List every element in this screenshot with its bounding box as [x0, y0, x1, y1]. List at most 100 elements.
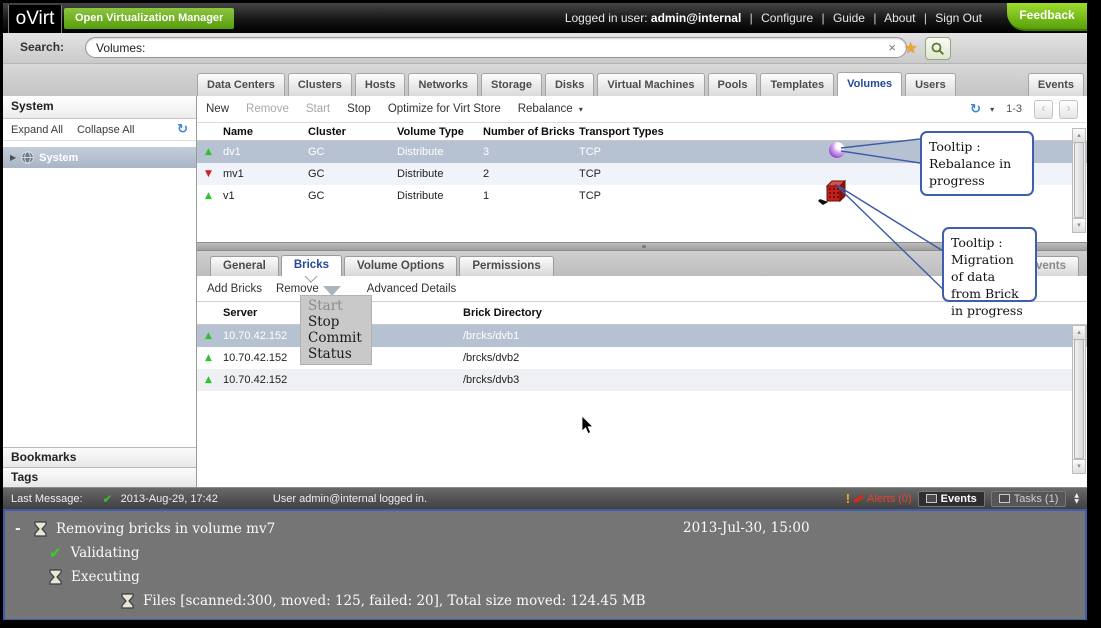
collapse-task-icon[interactable]: - [15, 521, 25, 537]
cell-name: dv1 [223, 146, 241, 158]
col-transport-types[interactable]: Transport Types [579, 126, 829, 138]
tab-volumes[interactable]: Volumes [837, 72, 903, 96]
rebalance-tooltip: Tooltip : Rebalance in progress [920, 131, 1034, 196]
brick-row-dvb3[interactable]: ▲ 10.70.42.152 /brcks/dvb3 [197, 369, 1087, 391]
task-time: 2013-Jul-30, 15:00 [683, 520, 810, 536]
cell-volume-type: Distribute [397, 146, 444, 158]
collapse-all-button[interactable]: Collapse All [77, 124, 134, 136]
cell-bricks: 2 [483, 168, 490, 180]
remove-dropdown-icon[interactable] [322, 285, 341, 296]
volumes-scrollbar[interactable]: ▴ ▾ [1072, 128, 1086, 233]
cell-server: 10.70.42.152 [223, 374, 288, 386]
status-up-icon: ▲ [205, 191, 212, 201]
refresh-icon[interactable]: ↻ [970, 102, 981, 117]
tab-templates[interactable]: Templates [760, 73, 835, 96]
expand-all-button[interactable]: Expand All [11, 124, 63, 136]
events-footer-button[interactable]: Events [917, 490, 985, 507]
guide-link[interactable]: Guide [833, 11, 865, 25]
menu-item-status[interactable]: Status [301, 346, 371, 362]
optimize-button[interactable]: Optimize for Virt Store [388, 103, 501, 115]
alert-exclaim-icon: ! [845, 491, 851, 506]
main-tab-strip: Data Centers Clusters Hosts Networks Sto… [3, 64, 1087, 96]
about-link[interactable]: About [884, 11, 915, 25]
tab-events[interactable]: Events [1027, 73, 1084, 96]
cell-brick-directory: /brcks/dvb2 [463, 352, 520, 364]
step-label: Files [scanned:300, moved: 125, failed: … [143, 593, 646, 609]
search-input[interactable]: Volumes: × [85, 37, 907, 58]
tree-item-system[interactable]: ▶ System [3, 147, 196, 168]
expander-icon[interactable]: ▶ [10, 153, 16, 162]
alerts-button[interactable]: ! Alerts (0) [846, 491, 912, 506]
bricks-scrollbar[interactable]: ▴ ▾ [1072, 325, 1086, 474]
tab-disks[interactable]: Disks [544, 73, 595, 96]
cell-cluster: GC [308, 146, 325, 158]
bookmarks-section[interactable]: Bookmarks [3, 447, 196, 467]
col-cluster[interactable]: Cluster [308, 126, 397, 138]
stop-button[interactable]: Stop [347, 103, 371, 115]
rebalance-button[interactable]: Rebalance ▾ [518, 103, 583, 115]
remove-bricks-button[interactable]: Remove [276, 283, 319, 295]
system-tree: ▶ System [3, 141, 196, 168]
scrollbar-thumb[interactable] [1074, 339, 1084, 459]
brick-migration-icon [818, 178, 847, 211]
subtab-volume-options[interactable]: Volume Options [344, 256, 458, 276]
subtab-bricks[interactable]: Bricks [280, 255, 342, 276]
clear-search-icon[interactable]: × [888, 40, 896, 55]
bookmark-star-icon[interactable]: ★ [904, 39, 917, 57]
tab-clusters[interactable]: Clusters [287, 73, 352, 96]
scrollbar-thumb[interactable] [1074, 142, 1084, 218]
sidebar-refresh-icon[interactable]: ↻ [177, 122, 188, 137]
scroll-down-icon[interactable]: ▾ [1072, 218, 1086, 233]
tasks-footer-button[interactable]: Tasks (1) [990, 490, 1067, 507]
tab-storage[interactable]: Storage [480, 73, 542, 96]
tab-hosts[interactable]: Hosts [354, 73, 406, 96]
col-name[interactable]: Name [223, 126, 308, 138]
sidebar-actions: Expand All Collapse All ↻ [3, 119, 196, 141]
next-page-button[interactable]: › [1059, 99, 1078, 119]
rebalance-activity-icon [829, 142, 845, 158]
subtab-general[interactable]: General [210, 256, 279, 276]
configure-link[interactable]: Configure [761, 11, 813, 25]
tab-data-centers[interactable]: Data Centers [197, 73, 285, 96]
remove-button: Remove [246, 103, 289, 115]
tab-networks[interactable]: Networks [408, 73, 478, 96]
status-down-icon: ▼ [205, 169, 212, 179]
scroll-up-icon[interactable]: ▴ [1072, 128, 1086, 143]
advanced-details-button[interactable]: Advanced Details [367, 283, 457, 295]
menu-item-stop[interactable]: Stop [301, 314, 371, 330]
col-number-of-bricks[interactable]: Number of Bricks [483, 126, 579, 138]
tab-virtual-machines[interactable]: Virtual Machines [597, 73, 705, 96]
subtab-permissions[interactable]: Permissions [459, 256, 554, 276]
scroll-up-icon[interactable]: ▴ [1072, 325, 1086, 340]
last-message-text: User admin@internal logged in. [272, 492, 428, 505]
task-title-row[interactable]: - Removing bricks in volume mv7 [15, 517, 1075, 541]
hourglass-icon [49, 569, 62, 585]
sidebar-filler [3, 168, 196, 447]
hourglass-icon [34, 521, 47, 537]
status-up-icon: ▲ [205, 147, 212, 157]
refresh-caret-icon[interactable]: ▾ [990, 105, 994, 114]
menu-item-commit[interactable]: Commit [301, 330, 371, 346]
cell-transport: TCP [579, 146, 601, 158]
cell-transport: TCP [579, 168, 601, 180]
col-volume-type[interactable]: Volume Type [397, 126, 483, 138]
start-button: Start [305, 103, 331, 115]
panel-collapse-control[interactable]: ▲ ▼ [1074, 492, 1079, 505]
cell-brick-directory: /brcks/dvb1 [463, 330, 520, 342]
tab-users[interactable]: Users [905, 73, 956, 96]
logged-in-label: Logged in user: [564, 11, 648, 25]
add-bricks-button[interactable]: Add Bricks [207, 283, 262, 295]
new-button[interactable]: New [206, 103, 229, 115]
pagination-range: 1-3 [1006, 103, 1022, 115]
scroll-down-icon[interactable]: ▾ [1072, 459, 1086, 474]
sign-out-link[interactable]: Sign Out [935, 11, 982, 25]
toolbar-right: ↻ ▾ 1-3 ‹ › [970, 99, 1078, 119]
task-title: Removing bricks in volume mv7 [56, 521, 276, 537]
feedback-button[interactable]: Feedback [1007, 3, 1087, 31]
cell-name: mv1 [223, 168, 244, 180]
tab-pools[interactable]: Pools [707, 73, 758, 96]
status-up-icon: ▲ [205, 331, 212, 341]
search-button[interactable] [925, 37, 951, 60]
tags-section[interactable]: Tags [3, 467, 196, 487]
prev-page-button[interactable]: ‹ [1034, 99, 1053, 119]
